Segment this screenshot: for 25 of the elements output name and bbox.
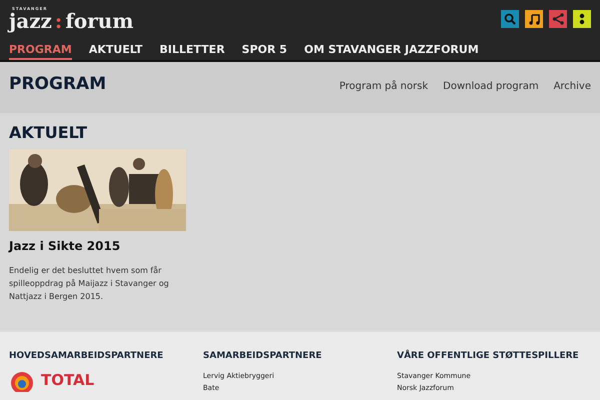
nav-tab[interactable]: BILLETTER: [160, 38, 225, 60]
nav-tab[interactable]: OM STAVANGER JAZZFORUM: [304, 38, 479, 60]
more-button[interactable]: [573, 10, 591, 28]
nav-tab[interactable]: PROGRAM: [9, 38, 72, 60]
page-title: PROGRAM: [9, 74, 106, 96]
footer-heading: SAMARBEIDSPARTNERE: [203, 350, 323, 363]
page-link[interactable]: Program på norsk: [339, 79, 428, 94]
search-button[interactable]: [501, 10, 519, 28]
nav-tab[interactable]: SPOR 5: [242, 38, 288, 60]
music-button[interactable]: [525, 10, 543, 28]
page-link[interactable]: Archive: [554, 79, 591, 94]
article-excerpt: Endelig er det besluttet hvem som får spilleoppdrag på Maijazz i Stavanger og Nattjazz i Bergen 2015.: [9, 265, 170, 303]
share-icon: [552, 13, 564, 25]
share-button[interactable]: [549, 10, 567, 28]
music-note-icon: [528, 13, 540, 25]
more-icon: [579, 13, 585, 25]
footer-heading: VÅRE OFFENTLIGE STØTTESPILLERE: [397, 350, 580, 363]
partner-logo-text: TOTAL: [41, 373, 94, 388]
sphere-logo-icon: [9, 370, 35, 392]
nav-tab[interactable]: AKTUELT: [88, 38, 143, 60]
footer-heading: HOVEDSAMARBEIDSPARTNERE: [9, 350, 164, 363]
search-icon: [504, 13, 516, 25]
article-title[interactable]: Jazz i Sikte 2015: [9, 237, 591, 255]
section-title: AKTUELT: [9, 123, 88, 143]
page-link[interactable]: Download program: [443, 79, 539, 94]
